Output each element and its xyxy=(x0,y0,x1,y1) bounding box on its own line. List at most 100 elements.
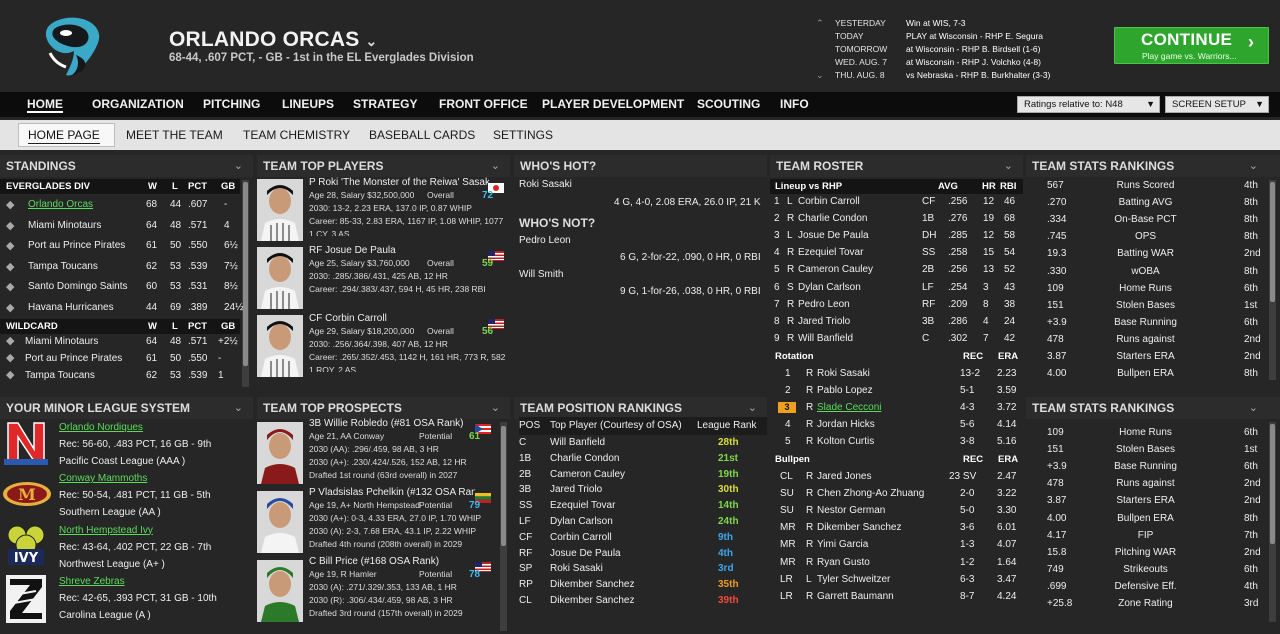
position-row[interactable]: 3B Jared Triolo 30th xyxy=(514,482,767,498)
bullpen-row[interactable]: MR R Yimi Garcia 1-3 4.07 xyxy=(770,536,1023,553)
player-name[interactable]: Jared Triolo xyxy=(550,482,602,498)
nav-pitching[interactable]: PITCHING xyxy=(203,92,260,117)
stat-row[interactable]: 151 Stolen Bases 1st xyxy=(1026,441,1266,458)
schedule-game[interactable]: vs Nebraska - RHP B. Burkhalter (3-3) xyxy=(906,69,1106,82)
prospect-photo[interactable] xyxy=(257,422,303,484)
position-row[interactable]: CF Corbin Carroll 9th xyxy=(514,530,767,546)
team-link[interactable]: Havana Hurricanes xyxy=(28,298,114,318)
stat-row[interactable]: 478 Runs against 2nd xyxy=(1026,475,1266,492)
stat-row[interactable]: 4.00 Bullpen ERA 8th xyxy=(1026,365,1266,382)
lineup-row[interactable]: 3 L Josue De Paula DH .285 12 58 xyxy=(770,227,1023,244)
schedule-down-arrow-icon[interactable]: ⌄ xyxy=(816,69,824,82)
lineup-row[interactable]: 9 R Will Banfield C .302 7 42 xyxy=(770,330,1023,347)
position-row[interactable]: RP Dikember Sanchez 35th xyxy=(514,577,767,593)
player-name[interactable]: Josue De Paula xyxy=(798,227,869,244)
bullpen-row[interactable]: MR R Ryan Gusto 1-2 1.64 xyxy=(770,554,1023,571)
stat-row[interactable]: +3.9 Base Running 6th xyxy=(1026,314,1266,331)
player-name[interactable]: Corbin Carroll xyxy=(550,530,612,546)
continue-button[interactable]: CONTINUE Play game vs. Warriors... › xyxy=(1114,27,1269,64)
nav-home[interactable]: HOME xyxy=(27,92,63,113)
bullpen-row[interactable]: LR L Tyler Schweitzer 6-3 3.47 xyxy=(770,571,1023,588)
player-name[interactable]: Corbin Carroll xyxy=(798,193,860,210)
team-name[interactable]: ORLANDO ORCAS ⌄ xyxy=(169,28,377,52)
subnav-meet-the-team[interactable]: MEET THE TEAM xyxy=(126,120,223,150)
stat-row[interactable]: +25.8 Zone Rating 3rd xyxy=(1026,595,1266,612)
lineup-row[interactable]: 2 R Charlie Condon 1B .276 19 68 xyxy=(770,210,1023,227)
ratings-select[interactable]: Ratings relative to: N48 ▼ xyxy=(1017,96,1160,113)
bullpen-row[interactable]: SU R Nestor German 5-0 3.30 xyxy=(770,502,1023,519)
rotation-row[interactable]: 3 R Slade Cecconi 4-3 3.72 xyxy=(770,399,1023,416)
position-row[interactable]: C Will Banfield 28th xyxy=(514,435,767,451)
player-name[interactable]: Jordan Hicks xyxy=(817,416,875,433)
prospect-photo[interactable] xyxy=(257,560,303,622)
lineup-row[interactable]: 4 R Ezequiel Tovar SS .258 15 54 xyxy=(770,244,1023,261)
stat-row[interactable]: 19.3 Batting WAR 2nd xyxy=(1026,245,1266,262)
hot-player-name[interactable]: Roki Sasaki xyxy=(519,175,572,195)
subnav-baseball-cards[interactable]: BASEBALL CARDS xyxy=(369,120,475,150)
player-name[interactable]: Jared Triolo xyxy=(798,313,850,330)
team-link[interactable]: Tampa Toucans xyxy=(28,257,98,277)
nav-lineups[interactable]: LINEUPS xyxy=(282,92,334,117)
lineup-row[interactable]: 1 L Corbin Carroll CF .256 12 46 xyxy=(770,193,1023,210)
position-row[interactable]: 2B Cameron Cauley 19th xyxy=(514,467,767,483)
rotation-row[interactable]: 5 R Kolton Curtis 3-8 5.16 xyxy=(770,433,1023,450)
standings-row[interactable]: ◆ Santo Domingo Saints 60 53 .531 8½ xyxy=(0,277,240,297)
chevron-down-icon[interactable]: ⌄ xyxy=(1249,397,1258,419)
minor-team-link[interactable]: Shreve Zebras xyxy=(59,573,125,590)
wildcard-row[interactable]: ◆ Tampa Toucans 62 53 .539 1 xyxy=(0,367,240,384)
nav-organization[interactable]: ORGANIZATION xyxy=(92,92,184,117)
nav-strategy[interactable]: STRATEGY xyxy=(353,92,417,117)
player-name[interactable]: Ezequiel Tovar xyxy=(550,498,615,514)
player-name[interactable]: Josue De Paula xyxy=(550,546,621,562)
player-name[interactable]: Dikember Sanchez xyxy=(550,577,634,593)
standings-row[interactable]: ◆ Port au Prince Pirates 61 50 .550 6½ xyxy=(0,236,240,256)
player-photo[interactable] xyxy=(257,315,303,377)
stat-row[interactable]: 109 Home Runs 6th xyxy=(1026,424,1266,441)
player-name[interactable]: Ryan Gusto xyxy=(817,554,870,571)
schedule-game[interactable]: Win at WIS, 7-3 xyxy=(906,17,1106,30)
player-name[interactable]: Slade Cecconi xyxy=(817,399,881,416)
stat-row[interactable]: 478 Runs against 2nd xyxy=(1026,331,1266,348)
stat-row[interactable]: .334 On-Base PCT 8th xyxy=(1026,211,1266,228)
player-name[interactable]: Ezequiel Tovar xyxy=(798,244,863,261)
stat-row[interactable]: 15.8 Pitching WAR 2nd xyxy=(1026,544,1266,561)
player-photo[interactable] xyxy=(257,247,303,309)
player-name[interactable]: Kolton Curtis xyxy=(817,433,874,450)
stat-row[interactable]: .270 Batting AVG 8th xyxy=(1026,194,1266,211)
screen-setup-select[interactable]: SCREEN SETUP ▼ xyxy=(1165,96,1269,113)
nav-info[interactable]: INFO xyxy=(780,92,809,117)
schedule-game[interactable]: at Wisconsin - RHP B. Birdsell (1-6) xyxy=(906,43,1106,56)
team-link[interactable]: Santo Domingo Saints xyxy=(28,277,128,297)
player-name[interactable]: Jared Jones xyxy=(817,468,871,485)
prospect-photo[interactable] xyxy=(257,491,303,553)
wildcard-row[interactable]: ◆ Port au Prince Pirates 61 50 .550- xyxy=(0,350,240,367)
not-player-name[interactable]: Pedro Leon xyxy=(519,231,571,251)
rotation-row[interactable]: 1 R Roki Sasaki 13-2 2.23 xyxy=(770,365,1023,382)
subnav-settings[interactable]: SETTINGS xyxy=(493,120,553,150)
lineup-row[interactable]: 5 R Cameron Cauley 2B .256 13 52 xyxy=(770,261,1023,278)
team-link[interactable]: Port au Prince Pirates xyxy=(25,350,122,367)
lineup-row[interactable]: 6 S Dylan Carlson LF .254 3 43 xyxy=(770,279,1023,296)
rotation-row[interactable]: 2 R Pablo Lopez 5-1 3.59 xyxy=(770,382,1023,399)
not-player-name[interactable]: Will Smith xyxy=(519,265,563,285)
player-name[interactable]: Cameron Cauley xyxy=(798,261,873,278)
team-link[interactable]: Miami Minotaurs xyxy=(28,216,101,236)
nav-player-development[interactable]: PLAYER DEVELOPMENT xyxy=(542,92,684,117)
nav-scouting[interactable]: SCOUTING xyxy=(697,92,760,117)
stat-row[interactable]: 4.17 FIP 7th xyxy=(1026,527,1266,544)
schedule-game[interactable]: at Wisconsin - RHP J. Volchko (4-8) xyxy=(906,56,1106,69)
player-photo[interactable] xyxy=(257,179,303,241)
minor-team-link[interactable]: Conway Mammoths xyxy=(59,470,147,487)
bullpen-row[interactable]: LR R Garrett Baumann 8-7 4.24 xyxy=(770,588,1023,605)
position-row[interactable]: LF Dylan Carlson 24th xyxy=(514,514,767,530)
player-name[interactable]: Tyler Schweitzer xyxy=(817,571,890,588)
position-row[interactable]: SS Ezequiel Tovar 14th xyxy=(514,498,767,514)
chevron-down-icon[interactable]: ⌄ xyxy=(234,155,243,177)
chevron-down-icon[interactable]: ⌄ xyxy=(491,155,500,177)
stat-row[interactable]: 109 Home Runs 6th xyxy=(1026,280,1266,297)
stat-row[interactable]: .699 Defensive Eff. 4th xyxy=(1026,578,1266,595)
subnav-team-chemistry[interactable]: TEAM CHEMISTRY xyxy=(243,120,350,150)
schedule-game[interactable]: PLAY at Wisconsin - RHP E. Segura xyxy=(906,30,1106,43)
team-link[interactable]: Port au Prince Pirates xyxy=(28,236,125,256)
player-name[interactable]: Dylan Carlson xyxy=(798,279,861,296)
